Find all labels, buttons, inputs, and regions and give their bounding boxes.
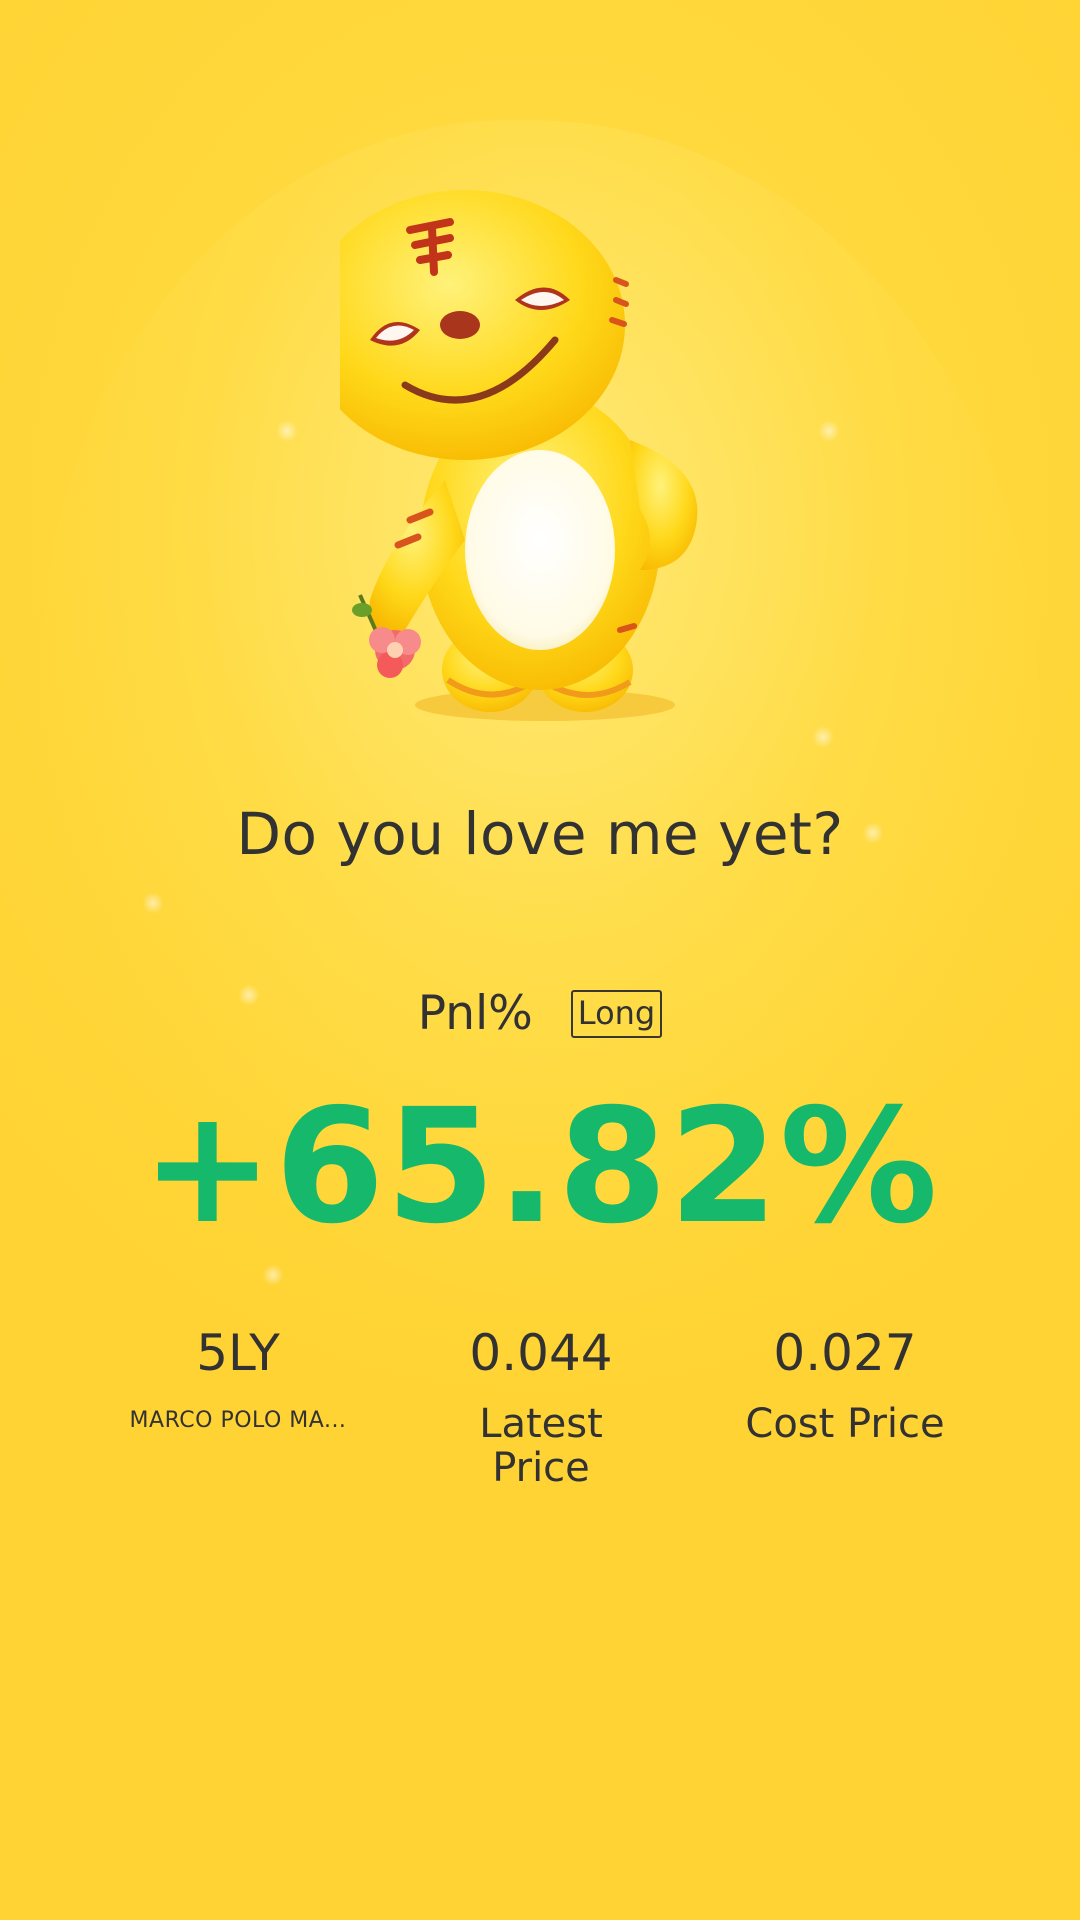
stock-code: 5LY [196, 1324, 280, 1382]
pnl-header: Pnl% Long [0, 986, 1080, 1041]
sparkle-decoration [812, 726, 834, 748]
position-direction-badge: Long [570, 989, 663, 1038]
stock-name: MARCO POLO MA... [129, 1408, 347, 1433]
sparkle-decoration [818, 420, 840, 442]
tiger-mascot-icon [300, 160, 740, 740]
latest-price-value: 0.044 [469, 1324, 613, 1382]
pnl-label: Pnl% [417, 986, 533, 1041]
latest-price-stat: 0.044 Latest Price [391, 1320, 691, 1490]
latest-price-label: Latest Price [479, 1401, 603, 1491]
cost-price-value: 0.027 [773, 1324, 917, 1382]
cost-price-stat: 0.027 Cost Price [695, 1320, 995, 1446]
cost-price-label: Cost Price [745, 1401, 945, 1447]
sparkle-decoration [142, 892, 164, 914]
sparkle-decoration [276, 420, 298, 442]
headline: Do you love me yet? [236, 800, 844, 868]
stock-code-stat: 5LY MARCO POLO MA... [88, 1320, 388, 1433]
pnl-percentage: +65.82% [141, 1075, 939, 1259]
sparkle-decoration [262, 1264, 284, 1286]
